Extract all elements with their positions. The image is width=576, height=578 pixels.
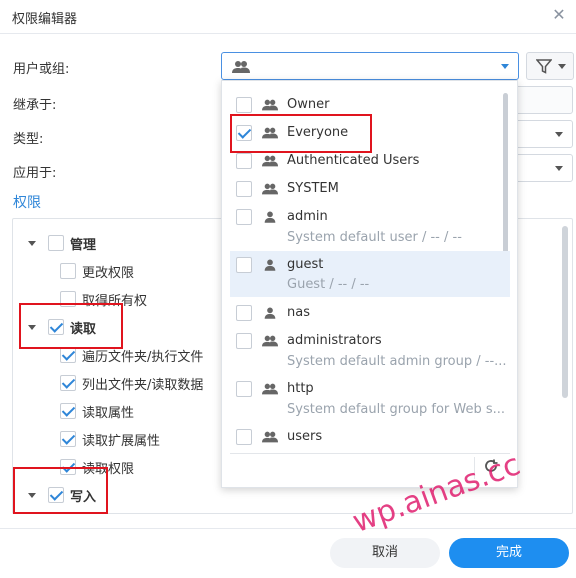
administrators-checkbox[interactable] [236, 333, 252, 349]
title-bar: 权限编辑器 ✕ [0, 0, 576, 34]
list-item-guest[interactable]: guest Guest / -- / -- [230, 251, 510, 297]
group-icon [262, 155, 278, 167]
item-name: guest [287, 257, 324, 272]
window-title: 权限编辑器 [12, 12, 78, 27]
item-description: System default admin group / --... [287, 354, 507, 369]
list-item-admin[interactable]: admin System default user / -- / -- [230, 205, 510, 251]
nas-checkbox[interactable] [236, 305, 252, 321]
system-checkbox[interactable] [236, 181, 252, 197]
traverse-checkbox[interactable] [60, 347, 76, 363]
chevron-down-icon [501, 64, 509, 69]
footer-divider [0, 528, 576, 529]
group-icon [262, 335, 278, 347]
http-checkbox[interactable] [236, 381, 252, 397]
chevron-down-icon [555, 166, 563, 171]
item-description: Guest / -- / -- [287, 277, 370, 292]
user-icon [264, 259, 276, 271]
chevron-down-icon [558, 64, 566, 69]
guest-checkbox[interactable] [236, 257, 252, 273]
group-icon [262, 183, 278, 195]
permissions-section-title: 权限 [13, 195, 41, 211]
tree-row-manage[interactable]: 管理 [28, 232, 96, 254]
filter-icon [536, 59, 552, 74]
tree-row-read-ext-attributes[interactable]: 读取扩展属性 [60, 428, 160, 450]
item-name: nas [287, 305, 310, 320]
user-icon [264, 211, 276, 223]
item-name: Authenticated Users [287, 153, 420, 168]
read-attributes-label: 读取属性 [82, 405, 135, 421]
item-name: SYSTEM [287, 181, 339, 196]
list-item-users[interactable]: users [230, 425, 510, 449]
group-icon [232, 61, 250, 73]
group-icon [262, 383, 278, 395]
user-group-label: 用户或组: [13, 62, 70, 77]
item-name: administrators [287, 333, 382, 348]
item-name: users [287, 429, 323, 444]
expand-arrow-icon[interactable] [28, 240, 36, 246]
close-icon[interactable]: ✕ [550, 6, 568, 24]
dropdown-footer-divider [230, 453, 510, 454]
item-name: Owner [287, 97, 330, 112]
inherit-label: 继承于: [13, 98, 57, 113]
item-description: System default group for Web s... [287, 402, 506, 417]
change-permissions-checkbox[interactable] [60, 263, 76, 279]
tree-row-list-folder[interactable]: 列出文件夹/读取数据 [60, 372, 203, 394]
group-icon [262, 431, 278, 443]
apply-label: 应用于: [13, 166, 57, 181]
authenticated-users-checkbox[interactable] [236, 153, 252, 169]
manage-checkbox[interactable] [48, 235, 64, 251]
change-permissions-label: 更改权限 [82, 265, 135, 281]
admin-checkbox[interactable] [236, 209, 252, 225]
user-group-select[interactable] [221, 52, 519, 80]
done-button[interactable]: 完成 [449, 538, 569, 568]
highlight-box-everyone [230, 114, 372, 153]
read-ext-attributes-label: 读取扩展属性 [82, 433, 161, 449]
users-checkbox[interactable] [236, 429, 252, 445]
owner-checkbox[interactable] [236, 97, 252, 113]
type-label: 类型: [13, 132, 44, 147]
list-item-http[interactable]: http System default group for Web s... [230, 377, 510, 423]
tree-row-read-attributes[interactable]: 读取属性 [60, 400, 134, 422]
tree-scrollbar[interactable] [562, 226, 568, 398]
highlight-box-write [13, 467, 108, 514]
filter-button[interactable] [526, 52, 574, 80]
list-folder-checkbox[interactable] [60, 375, 76, 391]
item-name: admin [287, 209, 328, 224]
list-item-nas[interactable]: nas [230, 301, 510, 325]
highlight-box-read [19, 303, 123, 349]
list-item-system[interactable]: SYSTEM [230, 177, 510, 201]
list-item-administrators[interactable]: administrators System default admin grou… [230, 329, 510, 375]
user-icon [264, 307, 276, 319]
tree-row-change-permissions[interactable]: 更改权限 [60, 260, 134, 282]
manage-label: 管理 [70, 237, 97, 253]
list-folder-label: 列出文件夹/读取数据 [82, 377, 204, 393]
item-name: http [287, 381, 314, 396]
item-description: System default user / -- / -- [287, 230, 462, 245]
cancel-button[interactable]: 取消 [330, 538, 440, 568]
group-icon [262, 99, 278, 111]
read-ext-attributes-checkbox[interactable] [60, 431, 76, 447]
chevron-down-icon [555, 132, 563, 137]
read-attributes-checkbox[interactable] [60, 403, 76, 419]
